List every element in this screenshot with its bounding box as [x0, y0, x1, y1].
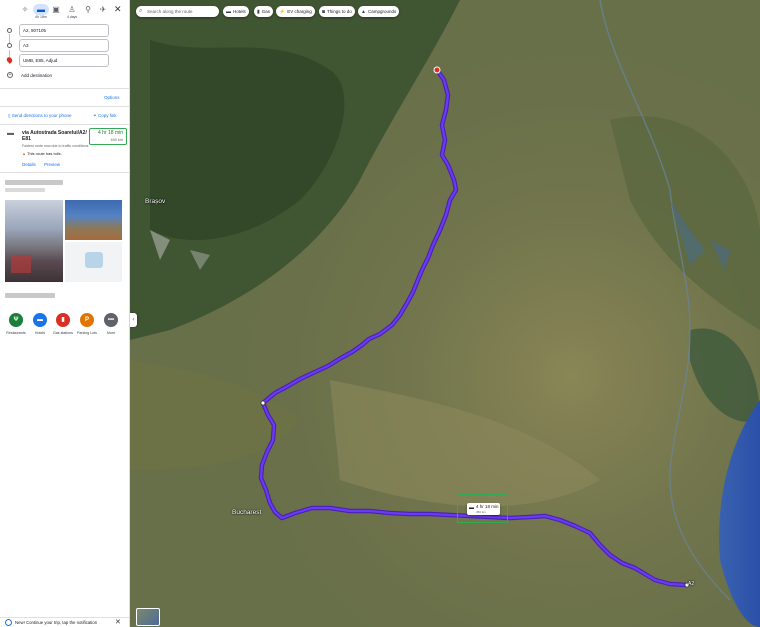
category-hotels[interactable]: ▬ Hotels: [29, 313, 51, 336]
route-distance: 450 km: [110, 138, 123, 142]
bed-icon: ▬: [33, 313, 47, 327]
notification-text: New! Continue your trip, tap the notific…: [15, 620, 98, 625]
city-label[interactable]: Brașov: [145, 198, 165, 205]
add-destination-button[interactable]: + Add destination: [7, 72, 107, 80]
road-label: A2: [688, 581, 695, 587]
city-label[interactable]: Bucharest: [232, 509, 261, 516]
preview-button[interactable]: Preview: [44, 162, 60, 167]
route-time-highlight: 4 hr 18 min 450 km: [89, 128, 127, 145]
divider: [0, 124, 129, 125]
satellite-map[interactable]: ⌕ Search along the route ▬ Hotels ▮ Gas ⚡ E…: [130, 0, 760, 627]
car-icon: ▬: [33, 4, 49, 15]
flight-icon: ✈: [99, 5, 107, 14]
mode-best[interactable]: ✧: [17, 4, 33, 15]
notification-icon: [5, 619, 12, 626]
category-row: Ψ Restaurants ▬ Hotels ▮ Gas stations P Park…: [0, 313, 129, 349]
divider: [0, 106, 129, 107]
bed-icon: ▬: [226, 9, 231, 15]
route-note: Fastest route now due to traffic conditi…: [22, 144, 89, 148]
search-icon: ⌕: [139, 8, 143, 14]
chip-hotels[interactable]: ▬ Hotels: [223, 6, 249, 17]
gas-icon: ▮: [56, 313, 70, 327]
route-duration: 4 hr 18 min: [97, 130, 123, 136]
origin-input[interactable]: A2, 907105: [19, 24, 109, 37]
route-time-highlight: ▬ 4 hr 18 min 450 km: [457, 494, 508, 523]
car-icon: ▬: [469, 505, 474, 511]
copy-link-button[interactable]: ⚭ Copy link: [93, 113, 117, 119]
map-canvas: [130, 0, 760, 627]
share-row: ▯ Send directions to your phone ⚭ Copy l…: [0, 112, 129, 122]
tent-icon: ▲: [361, 9, 366, 15]
photo-detail: [85, 252, 103, 268]
mode-driving[interactable]: ▬ 4h 18m: [33, 4, 49, 20]
close-notification-icon[interactable]: ✕: [115, 618, 121, 626]
more-icon: •••: [104, 313, 118, 327]
route-time-bubble[interactable]: ▬ 4 hr 18 min 450 km: [467, 503, 500, 515]
divider: [0, 172, 129, 173]
details-button[interactable]: Details: [22, 162, 36, 167]
gas-icon: ▮: [257, 9, 260, 15]
divider: [0, 88, 129, 89]
destination-input[interactable]: UMB, E85, Adjud: [19, 54, 109, 67]
chip-things-to-do[interactable]: ◙ Things to do: [319, 6, 355, 17]
category-restaurants[interactable]: Ψ Restaurants: [5, 313, 27, 336]
toll-warning: ▲ This route has tolls.: [22, 151, 62, 156]
mode-flight[interactable]: ✈: [95, 4, 111, 15]
blurred-text: [5, 180, 63, 185]
place-photo[interactable]: [5, 200, 63, 282]
mode-walking[interactable]: ♙ 4 days: [64, 4, 80, 20]
walk-icon: ♙: [68, 5, 76, 14]
close-icon[interactable]: ✕: [114, 4, 122, 15]
chip-campgrounds[interactable]: ▲ Campgrounds: [358, 6, 400, 17]
travel-mode-bar: ✧ ▬ 4h 18m ▣ ♙ 4 days ⚲ ✈: [0, 4, 129, 22]
ev-icon: ⚡: [279, 9, 286, 15]
camera-icon: ◙: [322, 9, 326, 15]
route-via-label: via Autostrada Soarelui/A2/ E81: [22, 130, 87, 142]
category-gas-stations[interactable]: ▮ Gas stations: [52, 313, 74, 336]
mode-transit[interactable]: ▣: [48, 4, 64, 15]
send-to-phone-link[interactable]: ▯ Send directions to your phone: [8, 113, 72, 119]
waypoint-dot-icon: [7, 43, 12, 48]
destination-pin-icon: [5, 56, 14, 64]
stop-origin: A2, 907105: [0, 24, 129, 38]
notification-bar: New! Continue your trip, tap the notific…: [0, 617, 129, 627]
waypoint-input[interactable]: A3: [19, 39, 109, 52]
category-more[interactable]: ••• More: [100, 313, 122, 336]
blurred-text: [5, 293, 55, 298]
place-photo[interactable]: [65, 242, 122, 282]
place-photo[interactable]: [65, 200, 122, 240]
parking-icon: P: [80, 313, 94, 327]
bike-icon: ⚲: [85, 5, 91, 14]
train-icon: ▣: [52, 5, 60, 14]
fork-knife-icon: Ψ: [9, 313, 23, 327]
search-along-route-input[interactable]: ⌕ Search along the route: [136, 6, 219, 17]
collapse-panel-button[interactable]: ‹: [130, 313, 137, 327]
chip-gas[interactable]: ▮ Gas: [254, 6, 274, 17]
origin-dot-icon: [7, 28, 12, 33]
destination-marker: [433, 66, 441, 74]
blurred-text: [5, 188, 45, 192]
route-option-card[interactable]: ▬ via Autostrada Soarelui/A2/ E81 4 hr 1…: [0, 126, 129, 172]
car-icon: ▬: [7, 130, 14, 137]
stop-destination: UMB, E85, Adjud: [0, 54, 129, 68]
sparkle-icon: ✧: [21, 5, 29, 14]
chip-ev-charging[interactable]: ⚡ EV charging: [276, 6, 315, 17]
plus-icon: +: [7, 72, 13, 78]
stop-waypoint: A3: [0, 39, 129, 53]
waypoint-marker: [260, 400, 266, 406]
directions-panel: ✧ ▬ 4h 18m ▣ ♙ 4 days ⚲ ✈ ✕ A2, 907105 A3 …: [0, 0, 130, 627]
mode-cycling[interactable]: ⚲: [80, 4, 96, 15]
photo-detail: [11, 255, 31, 273]
category-parking[interactable]: P Parking Lots: [76, 313, 98, 336]
options-button[interactable]: Options: [104, 95, 120, 100]
layers-button[interactable]: [136, 608, 160, 626]
